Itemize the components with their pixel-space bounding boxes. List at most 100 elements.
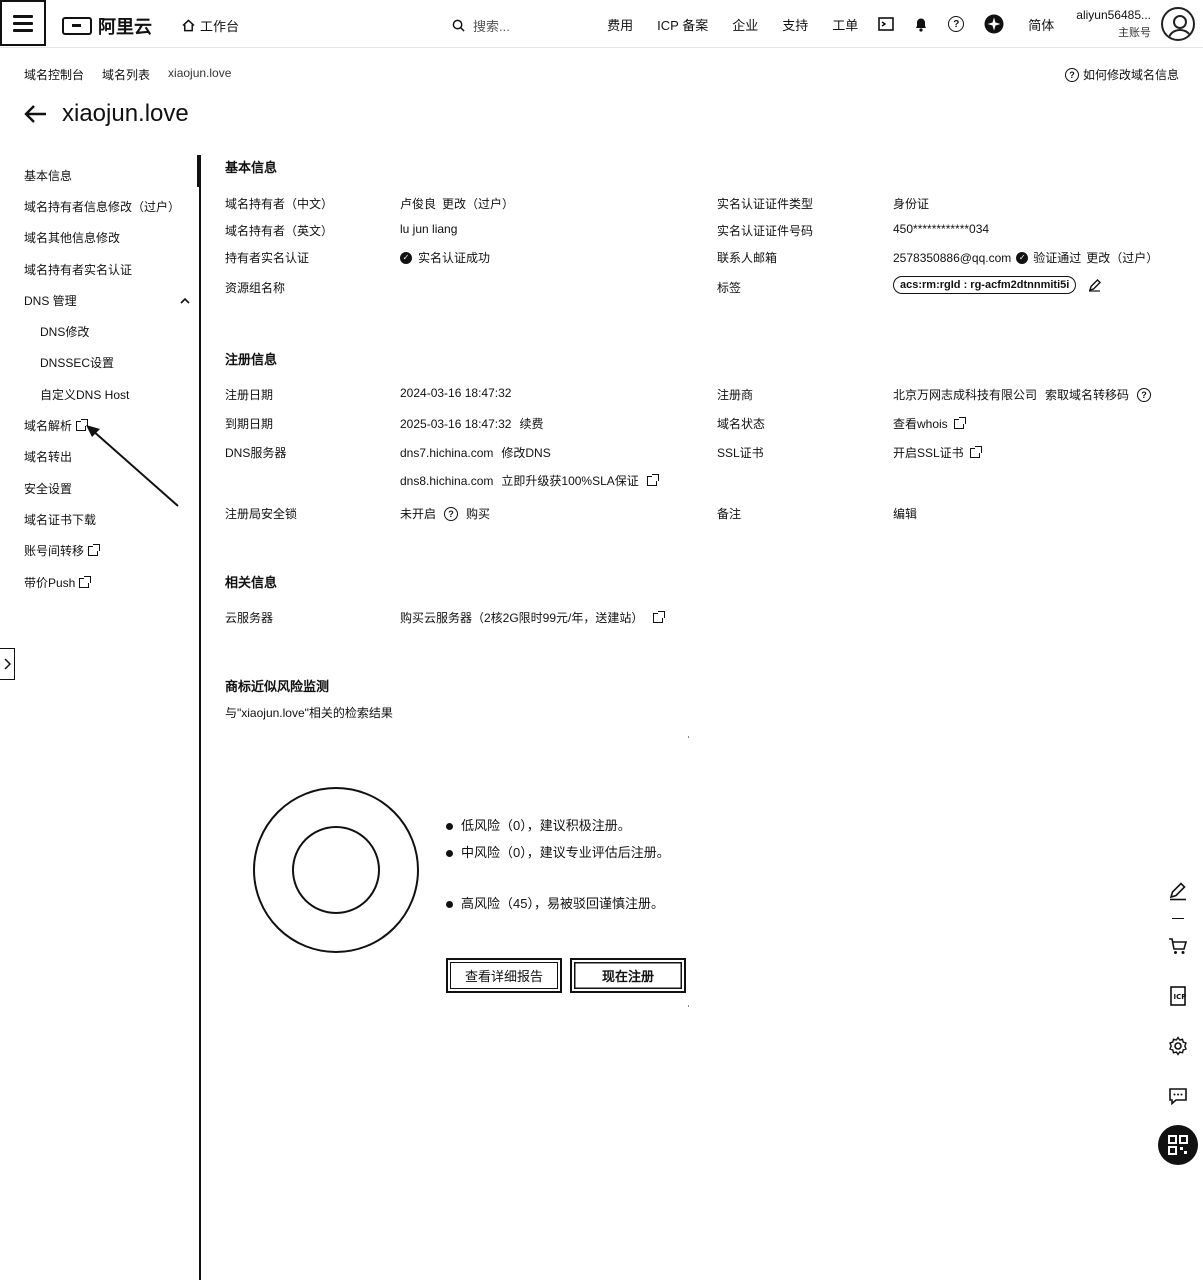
registrar-label: 注册商 [717,388,754,402]
sidebar: 基本信息 域名持有者信息修改（过户） 域名其他信息修改 域名持有者实名认证 DN… [24,160,196,598]
dns1-row: dns7.hichina.com 修改DNS [400,444,551,461]
sidebar-expand-button[interactable] [0,648,15,680]
svg-text:ICP: ICP [1174,993,1187,1001]
chevron-up-icon [180,297,190,304]
nav-enterprise[interactable]: 企业 [732,15,758,34]
external-link-icon [79,575,92,588]
avatar[interactable] [1161,7,1195,41]
nav-icp[interactable]: ICP 备案 [657,15,708,34]
buy-server-link[interactable]: 购买云服务器（2核2G限时99元/年，送建站） [400,609,666,626]
sidebar-item-realname[interactable]: 域名持有者实名认证 [24,254,196,285]
edit-icon[interactable] [1088,278,1102,292]
external-link-icon [953,416,966,429]
search-input[interactable]: 搜索... [473,16,510,35]
external-link-icon [969,445,982,458]
sidebar-item-label: 自定义DNS Host [40,387,130,402]
question-icon: ? [1064,67,1079,82]
realname-value: 实名认证成功 [418,251,491,265]
email-verified: 验证通过 [1033,251,1082,265]
page-title: xiaojun.love [62,100,189,127]
section-trademark-title: 商标近似风险监测 [225,679,330,694]
sidebar-item-label: 安全设置 [24,481,73,496]
ai-assistant-icon[interactable] [984,14,1004,34]
settings-gear-icon[interactable] [1168,1021,1188,1071]
global-search[interactable]: 搜索... [452,16,510,35]
bell-icon[interactable] [914,16,928,32]
modify-dns-link[interactable]: 修改DNS [501,444,550,461]
nav-support[interactable]: 支持 [782,15,808,34]
sidebar-item-dnssec[interactable]: DNSSEC设置 [24,348,196,379]
terminal-icon[interactable] [878,17,895,31]
lock-row: 未开启 ? 购买 [400,505,490,522]
language-switch[interactable]: 简体 [1028,15,1054,34]
renew-link[interactable]: 续费 [519,415,543,432]
question-icon[interactable]: ? [444,506,459,521]
holder-en-value: lu jun liang [400,222,458,236]
sidebar-item-account-transfer[interactable]: 账号间转移 [24,536,196,567]
sla-upgrade-link[interactable]: 立即升级获100%SLA保证 [501,472,638,489]
cart-icon[interactable] [1168,921,1188,971]
dns1-value: dns7.hichina.com [400,445,494,460]
icp-filing-icon[interactable]: ICP [1168,971,1188,1021]
register-now-button[interactable]: 现在注册 [570,958,686,993]
tag-pill[interactable]: acs:rm:rgId : rg-acfm2dtnnmiti5i [893,276,1077,294]
whois-link-label: 查看whois [893,417,948,431]
ssl-link-label: 开启SSL证书 [893,446,964,460]
home-icon [182,19,195,32]
qr-code-button[interactable] [1158,1125,1198,1165]
server-label: 云服务器 [225,611,274,625]
search-icon [452,19,465,32]
status-label: 域名状态 [717,417,766,431]
sidebar-item-basic-info[interactable]: 基本信息 [24,160,196,191]
check-circle-icon: ✓ [1016,251,1029,264]
holder-change-link[interactable]: 更改（过户） [442,195,514,212]
risk-low-item: 低风险（0），建议积极注册。 [446,814,676,837]
view-report-button[interactable]: 查看详细报告 [446,958,562,993]
sidebar-item-label: 域名转出 [24,450,73,465]
trademark-subtitle: 与"xiaojun.love"相关的检索结果 [225,706,393,720]
breadcrumb-domain-list[interactable]: 域名列表 [102,66,150,83]
external-link-icon [88,544,101,557]
sidebar-item-label: 带价Push [24,575,76,590]
user-info[interactable]: aliyun56485... 主账号 [1076,6,1151,42]
back-arrow-icon[interactable] [24,104,48,124]
brand-logo[interactable]: 阿里云 [62,13,152,39]
question-icon[interactable]: ? [1137,387,1152,402]
nav-billing[interactable]: 费用 [607,15,633,34]
aliyun-logo-icon [62,17,92,35]
whois-link[interactable]: 查看whois [893,415,966,432]
sidebar-item-dns-modify[interactable]: DNS修改 [24,316,196,347]
help-link[interactable]: ? 如何修改域名信息 [1064,66,1179,83]
transfer-code-link[interactable]: 索取域名转移码 [1045,386,1129,403]
holder-cn-value: 卢俊良 [400,197,437,211]
email-change-link[interactable]: 更改（过户） [1086,249,1158,266]
sidebar-item-price-push[interactable]: 带价Push [24,567,196,598]
lock-buy-link[interactable]: 购买 [466,505,490,522]
sidebar-item-label: 账号间转移 [24,544,85,559]
sidebar-item-holder-change[interactable]: 域名持有者信息修改（过户） [24,191,196,222]
risk-low-text: 低风险（0），建议积极注册。 [461,818,631,833]
ssl-link[interactable]: 开启SSL证书 [893,444,982,461]
chat-icon[interactable] [1168,1071,1188,1121]
remark-edit-link[interactable]: 编辑 [893,505,917,522]
breadcrumb: 域名控制台 域名列表 xiaojun.love [24,66,231,83]
buy-server-label: 购买云服务器（2核2G限时99元/年，送建站） [400,611,644,625]
sidebar-group-dns[interactable]: DNS 管理 [24,285,196,316]
nav-ticket[interactable]: 工单 [832,15,858,34]
holder-cn-label: 域名持有者（中文） [225,197,334,211]
help-icon[interactable]: ? [948,16,965,32]
breadcrumb-domain-console[interactable]: 域名控制台 [24,66,84,83]
qr-code-icon [1168,1135,1188,1155]
toolbar-divider [1172,918,1184,919]
cert-type-value: 身份证 [893,197,930,211]
user-name: aliyun56485... [1076,8,1151,22]
feedback-edit-icon[interactable] [1168,866,1188,916]
workbench-link[interactable]: 工作台 [182,16,239,35]
dns2-row: dns8.hichina.com 立即升级获100%SLA保证 [400,472,659,489]
risk-donut-hole [292,826,380,914]
annotation-arrow [86,425,179,507]
sidebar-item-other-info[interactable]: 域名其他信息修改 [24,223,196,254]
sidebar-item-custom-dns-host[interactable]: 自定义DNS Host [24,379,196,410]
section-registration-title: 注册信息 [225,352,278,367]
hamburger-menu-button[interactable] [0,0,46,46]
